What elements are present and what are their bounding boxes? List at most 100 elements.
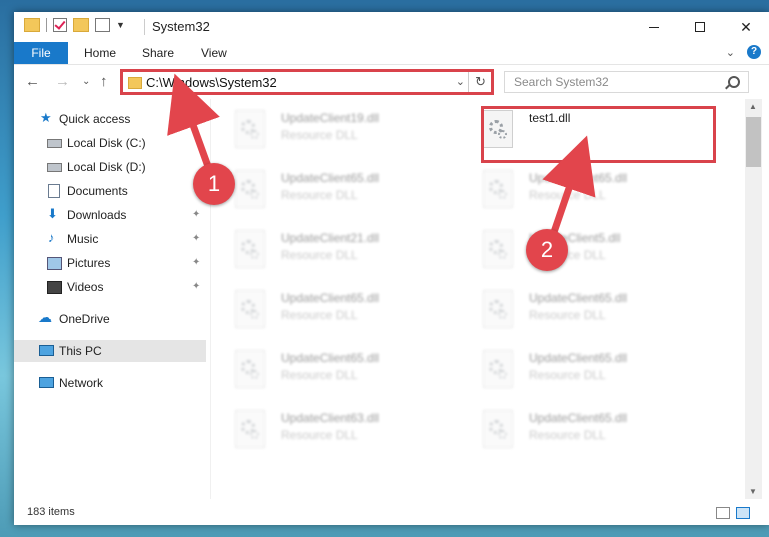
large-icons-view-icon[interactable]	[736, 507, 750, 519]
vertical-scrollbar[interactable]: ▲ ▼	[745, 99, 762, 499]
back-arrow-icon[interactable]: ←	[25, 73, 40, 90]
maximize-button[interactable]	[677, 12, 723, 42]
sidebar-item-pictures[interactable]: Pictures ✦	[14, 252, 206, 274]
step-1-badge: 1	[193, 163, 235, 205]
sidebar-item-local-disk-d[interactable]: Local Disk (D:)	[14, 156, 206, 178]
dll-file-icon	[235, 350, 267, 388]
refresh-icon[interactable]: ↻	[475, 74, 486, 90]
scroll-up-arrow-icon[interactable]: ▲	[749, 102, 757, 111]
navigation-bar: ← → ⌄ ↑ C:\Windows\System32 ⌄ ↻ Search S…	[14, 65, 769, 99]
expand-ribbon-chevron-icon[interactable]: ⌄	[726, 46, 735, 59]
star-icon: ★	[40, 110, 52, 125]
file-item[interactable]: UpdateClient65.dll Resource DLL	[459, 287, 689, 337]
file-item[interactable]: UpdateClient65.dll Resource DLL	[459, 407, 689, 457]
dll-file-icon	[483, 290, 515, 328]
file-type: Resource DLL	[529, 428, 606, 442]
sidebar-item-documents[interactable]: Documents	[14, 180, 206, 202]
cloud-icon: ☁	[38, 309, 52, 325]
disk-icon	[47, 139, 62, 148]
ribbon-tabs: File Home Share View ⌄ ?	[14, 42, 769, 65]
search-box[interactable]: Search System32	[504, 71, 749, 93]
disk-icon	[47, 163, 62, 172]
file-name: UpdateClient65.dll	[281, 351, 380, 365]
sidebar-item-onedrive[interactable]: ☁ OneDrive	[14, 308, 206, 330]
sidebar-item-quick-access[interactable]: ★ Quick access	[14, 108, 206, 130]
up-arrow-icon[interactable]: ↑	[100, 73, 108, 90]
sidebar-item-this-pc[interactable]: This PC	[14, 340, 206, 362]
pin-icon[interactable]: ✦	[192, 233, 200, 244]
file-item[interactable]: UpdateClient65.dll Resource DLL	[459, 347, 689, 397]
pin-icon[interactable]: ✦	[192, 257, 200, 268]
file-name: UpdateClient19.dll	[281, 111, 380, 125]
file-name: UpdateClient65.dll	[281, 291, 380, 305]
tab-share[interactable]: Share	[142, 42, 174, 64]
address-path[interactable]: C:\Windows\System32	[146, 75, 277, 90]
minimize-button[interactable]	[631, 12, 677, 42]
sidebar-item-label: Network	[59, 376, 104, 390]
help-icon[interactable]: ?	[747, 45, 761, 59]
address-bar[interactable]: C:\Windows\System32 ⌄ ↻	[120, 69, 494, 95]
sidebar-item-label: OneDrive	[59, 312, 110, 326]
file-item[interactable]: UpdateClient63.dll Resource DLL	[211, 407, 441, 457]
details-view-icon[interactable]	[716, 507, 730, 519]
network-icon	[39, 377, 54, 388]
file-type: Resource DLL	[281, 128, 358, 142]
file-item[interactable]: UpdateClient65.dll Resource DLL	[211, 167, 441, 217]
title-divider	[144, 19, 145, 35]
scroll-thumb[interactable]	[746, 117, 761, 167]
file-name: UpdateClient65.dll	[529, 171, 628, 185]
dll-file-icon	[483, 350, 515, 388]
videos-icon	[47, 281, 62, 294]
title-bar: ▼ System32 ✕	[14, 12, 769, 42]
pin-icon[interactable]: ✦	[192, 209, 200, 220]
sidebar-item-music[interactable]: ♪ Music ✦	[14, 228, 206, 250]
sidebar-item-videos[interactable]: Videos ✦	[14, 276, 206, 298]
toolbar-divider	[46, 18, 47, 32]
properties-icon[interactable]	[95, 18, 110, 32]
search-icon[interactable]	[728, 76, 740, 88]
tab-view[interactable]: View	[201, 42, 227, 64]
file-explorer-window: ▼ System32 ✕ File Home Share View ⌄ ? ← …	[14, 12, 769, 525]
recent-locations-chevron-icon[interactable]: ⌄	[82, 76, 90, 87]
file-item[interactable]: UpdateClient65.dll Resource DLL	[211, 347, 441, 397]
sidebar-item-downloads[interactable]: ⬇ Downloads ✦	[14, 204, 206, 226]
file-type: Resource DLL	[529, 368, 606, 382]
dll-file-icon	[235, 230, 267, 268]
sidebar-item-label: Local Disk (D:)	[67, 160, 146, 174]
status-bar: 183 items	[14, 502, 769, 525]
sidebar-item-local-disk-c[interactable]: Local Disk (C:)	[14, 132, 206, 154]
scroll-down-arrow-icon[interactable]: ▼	[749, 487, 757, 496]
file-name: UpdateClient65.dll	[529, 351, 628, 365]
file-item[interactable]: UpdateClient65.dll Resource DLL	[211, 287, 441, 337]
customize-toolbar-chevron-icon[interactable]: ▼	[116, 20, 125, 30]
tab-home[interactable]: Home	[84, 42, 116, 64]
file-item[interactable]: UpdateClient5.dll Resource DLL	[459, 227, 689, 277]
file-item[interactable]: UpdateClient65.dll Resource DLL	[459, 167, 689, 217]
download-icon: ⬇	[47, 206, 58, 221]
minimize-icon	[649, 26, 659, 28]
computer-icon	[39, 345, 54, 356]
search-input[interactable]: Search System32	[514, 75, 609, 89]
dll-file-icon	[235, 410, 267, 448]
dll-file-icon	[235, 290, 267, 328]
sidebar-item-label: Videos	[67, 280, 104, 294]
item-count: 183 items	[27, 506, 75, 518]
file-item[interactable]: UpdateClient21.dll Resource DLL	[211, 227, 441, 277]
close-button[interactable]: ✕	[723, 12, 769, 42]
window-controls: ✕	[631, 12, 769, 42]
tab-file[interactable]: File	[14, 42, 68, 64]
file-type: Resource DLL	[529, 308, 606, 322]
properties-check-icon[interactable]	[53, 18, 67, 32]
file-type: Resource DLL	[281, 428, 358, 442]
file-type: Resource DLL	[529, 188, 606, 202]
navigation-pane: ★ Quick access Local Disk (C:) Local Dis…	[14, 99, 211, 499]
sidebar-item-label: Music	[67, 232, 99, 246]
new-folder-icon[interactable]	[73, 18, 89, 32]
file-item[interactable]: UpdateClient19.dll Resource DLL	[211, 107, 441, 157]
maximize-icon	[695, 22, 705, 32]
pin-icon[interactable]: ✦	[192, 281, 200, 292]
forward-arrow-icon[interactable]: →	[55, 73, 70, 90]
address-dropdown-chevron-icon[interactable]: ⌄	[456, 75, 465, 88]
sidebar-item-network[interactable]: Network	[14, 372, 206, 394]
folder-icon[interactable]	[24, 18, 40, 32]
